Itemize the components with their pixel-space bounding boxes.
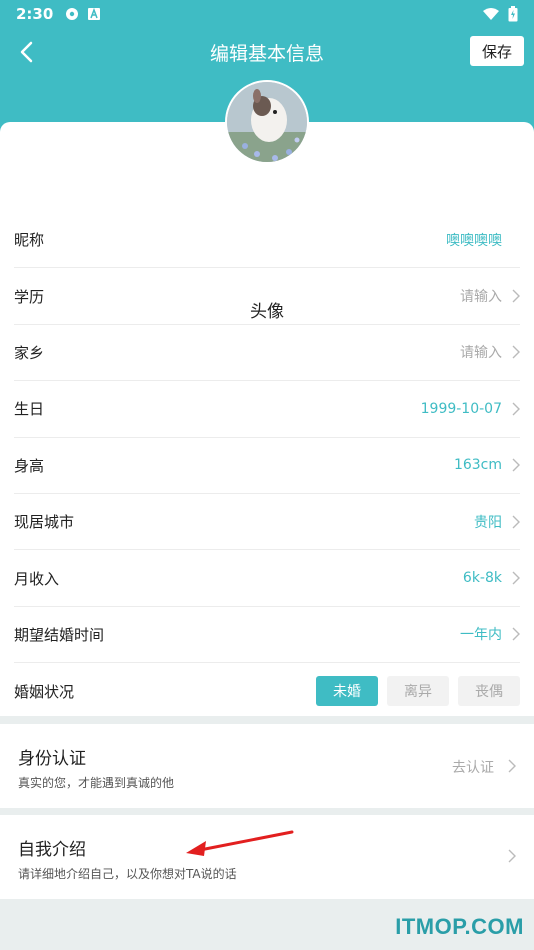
chevron-right-icon: [512, 345, 520, 359]
page-title: 编辑基本信息: [209, 43, 324, 65]
battery-icon: [508, 6, 518, 22]
row-value: 6k-8k: [462, 570, 502, 587]
chevron-right-icon: [512, 627, 520, 641]
row-label: 昵称: [14, 231, 45, 250]
row-label: 婚姻状况: [14, 682, 75, 701]
row-birthday[interactable]: 生日 1999-10-07: [14, 381, 520, 438]
chevron-right-icon: [508, 759, 516, 773]
marital-option-unmarried[interactable]: 未婚: [316, 676, 378, 707]
row-value: 贵阳: [474, 514, 502, 531]
basic-info-card: 头像 昵称 噢噢噢噢 学历 请输入 家乡 请输入 生日 1999-10-07 身…: [0, 122, 534, 716]
identity-verification-card[interactable]: 身份认证 真实的您，才能遇到真诚的他 去认证: [0, 724, 534, 808]
save-button[interactable]: 保存: [470, 36, 524, 66]
row-value: 噢噢噢噢: [446, 232, 502, 249]
info-list: 昵称 噢噢噢噢 学历 请输入 家乡 请输入 生日 1999-10-07 身高 1…: [0, 212, 534, 720]
marital-options: 未婚 离异 丧偶: [316, 676, 520, 707]
row-current-city[interactable]: 现居城市 贵阳: [14, 494, 520, 551]
settings-icon: [66, 8, 79, 20]
app-a-icon: [88, 7, 101, 20]
row-label: 身高: [14, 456, 45, 475]
intro-subtitle: 请详细地介绍自己，以及你想对TA说的话: [18, 867, 237, 881]
intro-title: 自我介绍: [18, 840, 86, 860]
identity-title: 身份认证: [18, 749, 86, 769]
row-monthly-income[interactable]: 月收入 6k-8k: [14, 550, 520, 607]
row-label: 生日: [14, 400, 45, 419]
chevron-right-icon: [512, 402, 520, 416]
verify-link[interactable]: 去认证: [452, 757, 494, 777]
avatar[interactable]: [225, 80, 309, 164]
row-label: 期望结婚时间: [14, 625, 105, 644]
row-value: 163cm: [453, 457, 502, 474]
marital-option-widowed[interactable]: 丧偶: [458, 676, 520, 707]
chevron-right-icon: [512, 515, 520, 529]
row-label: 家乡: [14, 343, 45, 362]
chevron-right-icon: [512, 571, 520, 585]
row-label: 学历: [14, 287, 45, 306]
chevron-right-icon: [512, 289, 520, 303]
identity-subtitle: 真实的您，才能遇到真诚的他: [18, 776, 175, 790]
row-marital-status: 婚姻状况 未婚 离异 丧偶: [14, 663, 520, 719]
row-value: 请输入: [460, 345, 502, 362]
row-hometown[interactable]: 家乡 请输入: [14, 325, 520, 382]
watermark: ITMOP.COM: [395, 914, 524, 939]
status-time: 2:30: [16, 5, 54, 23]
chevron-right-icon: [508, 849, 516, 863]
status-bar: 2:30: [0, 0, 534, 28]
row-value: 请输入: [460, 289, 502, 306]
row-value: 一年内: [460, 627, 502, 644]
chevron-right-icon: [512, 458, 520, 472]
avatar-image: [227, 82, 307, 162]
row-marriage-time[interactable]: 期望结婚时间 一年内: [14, 607, 520, 664]
marital-option-divorced[interactable]: 离异: [387, 676, 449, 707]
row-label: 现居城市: [14, 513, 75, 532]
red-arrow-annotation: [186, 830, 294, 856]
row-label: 月收入: [14, 569, 60, 588]
row-education[interactable]: 学历 请输入: [14, 268, 520, 325]
row-height[interactable]: 身高 163cm: [14, 438, 520, 494]
navigation-bar: 编辑基本信息 保存: [0, 30, 534, 74]
row-value: 1999-10-07: [420, 400, 502, 417]
row-nickname[interactable]: 昵称 噢噢噢噢: [14, 212, 520, 269]
wifi-icon: [483, 8, 499, 20]
